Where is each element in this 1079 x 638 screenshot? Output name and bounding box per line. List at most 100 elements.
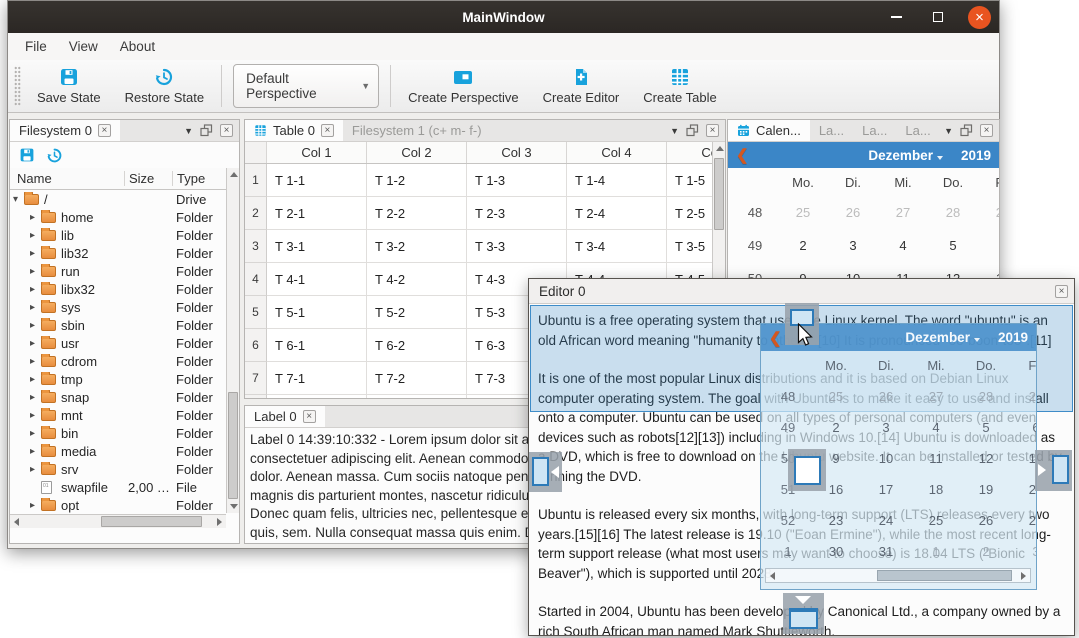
tab-label-dock[interactable]: La... bbox=[896, 120, 939, 141]
tab-label-dock[interactable]: La... bbox=[853, 120, 896, 141]
tree-row[interactable]: lib Folder bbox=[10, 226, 226, 244]
menu-item[interactable]: File bbox=[14, 35, 58, 58]
tree-row[interactable]: mnt Folder bbox=[10, 406, 226, 424]
expander-icon[interactable] bbox=[30, 230, 41, 241]
tree-row[interactable]: run Folder bbox=[10, 262, 226, 280]
table-cell[interactable]: T 4-2 bbox=[367, 263, 467, 296]
table-cell[interactable]: T 5-1 bbox=[267, 296, 367, 329]
table-cell[interactable]: T 3-3 bbox=[467, 230, 567, 263]
editor-close-icon[interactable]: × bbox=[1055, 285, 1068, 298]
drop-indicator-right[interactable] bbox=[1035, 450, 1072, 491]
table-column-header[interactable]: Col 2 bbox=[367, 142, 467, 163]
expander-icon[interactable] bbox=[30, 446, 41, 457]
tab-close-icon[interactable]: × bbox=[303, 410, 316, 423]
tab-table-0[interactable]: Table 0 × bbox=[245, 120, 343, 141]
table-cell[interactable]: T 1-4 bbox=[567, 164, 667, 197]
table-cell[interactable]: T 6-1 bbox=[267, 329, 367, 362]
table-cell[interactable]: T 1-5 bbox=[667, 164, 712, 197]
tree-row[interactable]: sys Folder bbox=[10, 298, 226, 316]
tree-row[interactable]: / Drive bbox=[10, 190, 226, 208]
table-cell[interactable]: T 3-5 bbox=[667, 230, 712, 263]
drop-indicator-center[interactable] bbox=[788, 449, 826, 491]
tab-filesystem-0[interactable]: Filesystem 0 × bbox=[10, 120, 120, 141]
create-table-button[interactable]: Create Table bbox=[631, 64, 728, 109]
row-header[interactable]: 3 bbox=[245, 230, 267, 263]
calendar-day[interactable]: 2 bbox=[778, 238, 828, 253]
calendar-day[interactable]: 5 bbox=[928, 238, 978, 253]
menu-item[interactable]: About bbox=[109, 35, 166, 58]
scrollbar-thumb[interactable] bbox=[714, 158, 724, 230]
tree-row[interactable]: media Folder bbox=[10, 442, 226, 460]
calendar-day[interactable]: 28 bbox=[928, 205, 978, 220]
create-editor-button[interactable]: Create Editor bbox=[531, 64, 632, 109]
table-column-header[interactable]: Col 1 bbox=[267, 142, 367, 163]
row-header[interactable]: 1 bbox=[245, 164, 267, 197]
scrollbar-thumb[interactable] bbox=[228, 392, 238, 499]
tree-row[interactable]: srv Folder bbox=[10, 460, 226, 478]
dock-menu-icon[interactable]: ▼ bbox=[184, 126, 193, 136]
tree-row[interactable]: home Folder bbox=[10, 208, 226, 226]
table-cell[interactable]: T 8-1 bbox=[267, 395, 367, 398]
expander-icon[interactable] bbox=[30, 374, 41, 385]
scroll-up-button[interactable] bbox=[227, 168, 240, 181]
row-header[interactable]: 5 bbox=[245, 296, 267, 329]
dock-float-icon[interactable] bbox=[686, 124, 699, 137]
table-cell[interactable]: T 3-4 bbox=[567, 230, 667, 263]
title-bar[interactable]: MainWindow × bbox=[8, 1, 999, 33]
month-selector[interactable]: Dezember bbox=[868, 148, 943, 163]
vertical-scrollbar[interactable] bbox=[226, 168, 239, 513]
restore-state-button[interactable]: Restore State bbox=[113, 64, 217, 109]
tab-label-0[interactable]: Label 0 × bbox=[245, 406, 325, 427]
calendar-day[interactable]: 4 bbox=[878, 238, 928, 253]
drop-indicator-bottom[interactable] bbox=[783, 593, 824, 634]
tree-row[interactable]: libx32 Folder bbox=[10, 280, 226, 298]
dock-menu-icon[interactable]: ▼ bbox=[670, 126, 679, 136]
expander-icon[interactable] bbox=[30, 338, 41, 349]
row-header[interactable]: 7 bbox=[245, 362, 267, 395]
row-header[interactable]: 4 bbox=[245, 263, 267, 296]
editor-title-bar[interactable]: Editor 0 × bbox=[529, 279, 1074, 304]
calendar-day[interactable]: 3 bbox=[828, 238, 878, 253]
tree-row[interactable]: snap Folder bbox=[10, 388, 226, 406]
expander-icon[interactable] bbox=[30, 212, 41, 223]
tab-calendar[interactable]: Calen... bbox=[728, 120, 810, 141]
table-cell[interactable]: T 1-3 bbox=[467, 164, 567, 197]
table-cell[interactable]: T 7-1 bbox=[267, 362, 367, 395]
row-header[interactable]: 2 bbox=[245, 197, 267, 230]
perspective-dropdown[interactable]: Default Perspective ▼ bbox=[233, 64, 379, 108]
close-button[interactable]: × bbox=[968, 6, 991, 29]
table-cell[interactable]: T 2-5 bbox=[667, 197, 712, 230]
dock-close-icon[interactable]: × bbox=[220, 124, 233, 137]
tab-close-icon[interactable]: × bbox=[321, 124, 334, 137]
tab-label-dock[interactable]: La... bbox=[810, 120, 853, 141]
dock-float-icon[interactable] bbox=[200, 124, 213, 137]
table-cell[interactable]: T 2-1 bbox=[267, 197, 367, 230]
dock-menu-icon[interactable]: ▼ bbox=[944, 126, 953, 136]
table-cell[interactable]: T 7-2 bbox=[367, 362, 467, 395]
tree-row[interactable]: lib32 Folder bbox=[10, 244, 226, 262]
expander-icon[interactable] bbox=[30, 410, 41, 421]
scroll-right-button[interactable] bbox=[213, 515, 226, 528]
tree-row[interactable]: opt Folder bbox=[10, 496, 226, 513]
expander-icon[interactable] bbox=[30, 320, 41, 331]
table-cell[interactable]: T 2-3 bbox=[467, 197, 567, 230]
column-header-size[interactable]: Size bbox=[124, 171, 172, 186]
table-cell[interactable]: T 2-4 bbox=[567, 197, 667, 230]
horizontal-scrollbar[interactable] bbox=[10, 514, 226, 528]
table-cell[interactable]: T 2-2 bbox=[367, 197, 467, 230]
tree-row[interactable]: tmp Folder bbox=[10, 370, 226, 388]
table-column-header[interactable]: Col 4 bbox=[567, 142, 667, 163]
calendar-day[interactable]: 26 bbox=[828, 205, 878, 220]
floppy-disk-icon[interactable] bbox=[19, 147, 35, 163]
scroll-up-button[interactable] bbox=[713, 142, 726, 155]
table-column-header[interactable]: Col 5 bbox=[667, 142, 712, 163]
expander-icon[interactable] bbox=[30, 464, 41, 475]
table-cell[interactable]: T 4-1 bbox=[267, 263, 367, 296]
expander-icon[interactable] bbox=[30, 428, 41, 439]
previous-month-icon[interactable]: ❮ bbox=[736, 146, 749, 164]
tree-row[interactable]: sbin Folder bbox=[10, 316, 226, 334]
minimize-button[interactable] bbox=[884, 5, 908, 29]
tab-close-icon[interactable]: × bbox=[98, 124, 111, 137]
table-cell[interactable]: T 1-1 bbox=[267, 164, 367, 197]
table-cell[interactable]: T 5-2 bbox=[367, 296, 467, 329]
